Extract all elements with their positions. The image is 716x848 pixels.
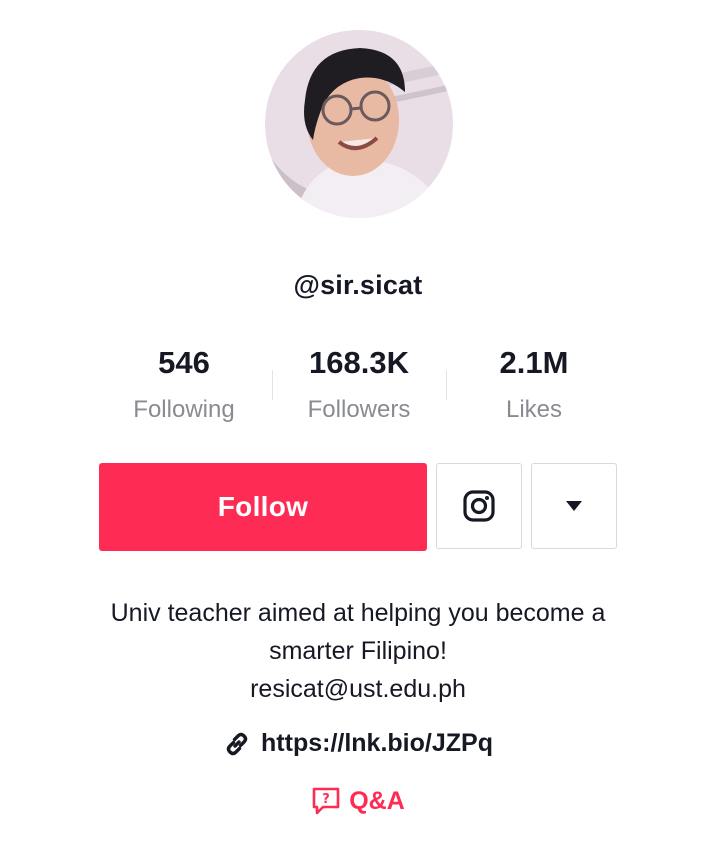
svg-text:?: ? [322,792,330,807]
avatar-photo [265,30,453,218]
caret-down-icon [566,501,582,511]
bio-email: resicat@ust.edu.ph [250,675,466,703]
link-text: https://lnk.bio/JZPq [261,729,493,757]
instagram-button[interactable] [436,463,522,549]
avatar[interactable] [265,30,453,218]
likes-count: 2.1M [499,345,569,380]
username: @sir.sicat [293,270,423,300]
qa-label: Q&A [349,786,405,815]
followers-count: 168.3K [309,345,409,380]
profile-link[interactable]: https://lnk.bio/JZPq [0,729,716,758]
instagram-icon [463,490,495,522]
bio-line: Univ teacher aimed at helping you become… [110,599,606,627]
action-buttons: Follow [0,463,716,553]
question-bubble-icon: ? [311,786,341,816]
more-options-button[interactable] [531,463,617,549]
following-count: 546 [158,345,210,380]
stat-likes[interactable]: 2.1M Likes [449,344,619,425]
following-label: Following [133,396,235,423]
link-icon [223,730,251,758]
stats-row: 546 Following 168.3K Followers 2.1M Like… [0,344,716,434]
qa-button[interactable]: ? Q&A [0,786,716,816]
followers-label: Followers [307,396,411,423]
stat-following[interactable]: 546 Following [99,344,269,425]
likes-label: Likes [505,396,563,423]
bio: Univ teacher aimed at helping you become… [0,594,716,708]
stat-divider [272,370,273,400]
follow-button[interactable]: Follow [99,463,427,551]
stat-followers[interactable]: 168.3K Followers [274,344,444,425]
bio-line: smarter Filipino! [269,637,447,665]
stat-divider [446,370,447,400]
